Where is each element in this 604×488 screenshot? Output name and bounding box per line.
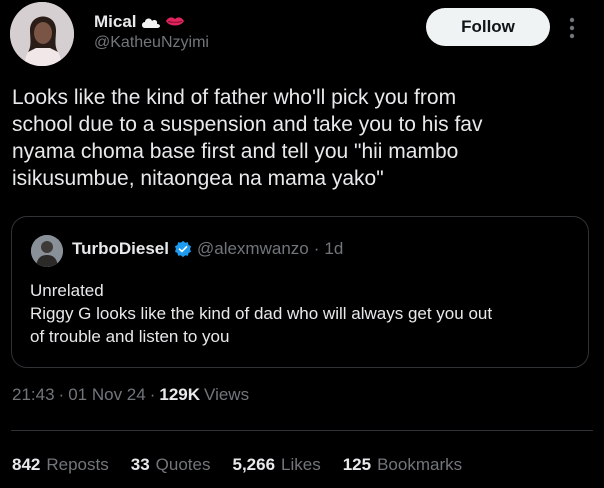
- tweet-date[interactable]: 01 Nov 24: [68, 385, 146, 405]
- bookmarks-stat[interactable]: 125 Bookmarks: [343, 455, 462, 475]
- author-display-name[interactable]: Mical: [94, 12, 137, 32]
- tweet-time[interactable]: 21:43: [12, 385, 55, 405]
- more-options-icon[interactable]: [564, 14, 580, 42]
- separator-dot: ·: [149, 385, 156, 404]
- lips-icon: [165, 17, 184, 26]
- likes-label: Likes: [281, 455, 321, 474]
- divider: [11, 430, 593, 431]
- likes-count: 5,266: [232, 455, 276, 474]
- cloud-icon: [141, 18, 160, 28]
- quoted-author-handle[interactable]: @alexmwanzo: [197, 239, 309, 259]
- tweet-body-text: Looks like the kind of father who'll pic…: [12, 86, 483, 190]
- engagement-stats: 842 Reposts 33 Quotes 5,266 Likes 125 Bo…: [12, 455, 462, 475]
- reposts-stat[interactable]: 842 Reposts: [12, 455, 109, 475]
- avatar-photo-icon: [31, 235, 63, 267]
- verified-badge-icon: [174, 240, 192, 258]
- tweet-meta: 21:43 · 01 Nov 24 · 129K Views: [12, 385, 249, 405]
- reposts-label: Reposts: [46, 455, 109, 474]
- tweet-screen: Mical @KatheuNzyimi Follow Looks like th…: [0, 0, 604, 488]
- quotes-count: 33: [130, 455, 150, 474]
- quoted-tweet-time[interactable]: 1d: [324, 239, 343, 259]
- author-avatar[interactable]: [10, 2, 74, 66]
- bookmarks-count: 125: [342, 455, 372, 474]
- reposts-count: 842: [12, 455, 41, 474]
- quotes-stat[interactable]: 33 Quotes: [131, 455, 211, 475]
- author-name-row: Mical: [94, 12, 185, 32]
- separator-dot: ·: [313, 239, 320, 258]
- bookmarks-label: Bookmarks: [377, 455, 463, 474]
- likes-stat[interactable]: 5,266 Likes: [232, 455, 320, 475]
- separator-dot: ·: [58, 385, 65, 404]
- tweet-header: Mical @KatheuNzyimi Follow: [10, 2, 596, 66]
- views-label: Views: [204, 385, 250, 404]
- quotes-label: Quotes: [155, 455, 211, 474]
- quoted-tweet-card[interactable]: TurboDiesel @alexmwanzo · 1d Unrelated R…: [11, 216, 589, 368]
- quoted-tweet-text: Unrelated Riggy G looks like the kind of…: [30, 281, 493, 346]
- follow-button[interactable]: Follow: [426, 8, 550, 46]
- avatar-photo-icon: [10, 2, 74, 66]
- quoted-author-name[interactable]: TurboDiesel: [72, 239, 169, 259]
- author-handle[interactable]: @KatheuNzyimi: [94, 34, 209, 52]
- views-count: 129K: [159, 385, 201, 404]
- quoted-author-avatar[interactable]: [31, 235, 63, 267]
- quoted-tweet-header: TurboDiesel @alexmwanzo · 1d: [72, 239, 343, 259]
